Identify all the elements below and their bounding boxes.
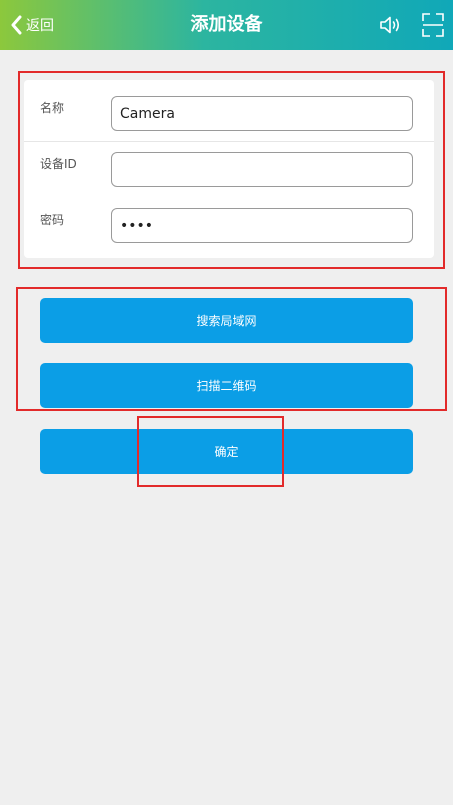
- name-label: 名称: [40, 101, 65, 115]
- device-id-input[interactable]: [111, 152, 413, 187]
- scan-qr-button[interactable]: 扫描二维码: [40, 363, 413, 408]
- device-form: 名称 设备ID 密码: [24, 80, 434, 258]
- app-header: 返回 添加设备: [0, 0, 453, 50]
- search-lan-button[interactable]: 搜索局域网: [40, 298, 413, 343]
- password-input[interactable]: [111, 208, 413, 243]
- device-id-row: 设备ID: [24, 136, 434, 192]
- name-row: 名称: [24, 80, 434, 136]
- back-button[interactable]: 返回: [10, 12, 54, 38]
- confirm-button[interactable]: 确定: [40, 429, 413, 474]
- speaker-icon[interactable]: [378, 13, 402, 41]
- back-label: 返回: [26, 18, 54, 34]
- password-label: 密码: [40, 213, 65, 227]
- chevron-left-icon: [10, 15, 22, 35]
- fullscreen-icon[interactable]: [422, 13, 444, 41]
- device-id-label: 设备ID: [40, 157, 77, 171]
- password-row: 密码: [24, 192, 434, 248]
- name-input[interactable]: [111, 96, 413, 131]
